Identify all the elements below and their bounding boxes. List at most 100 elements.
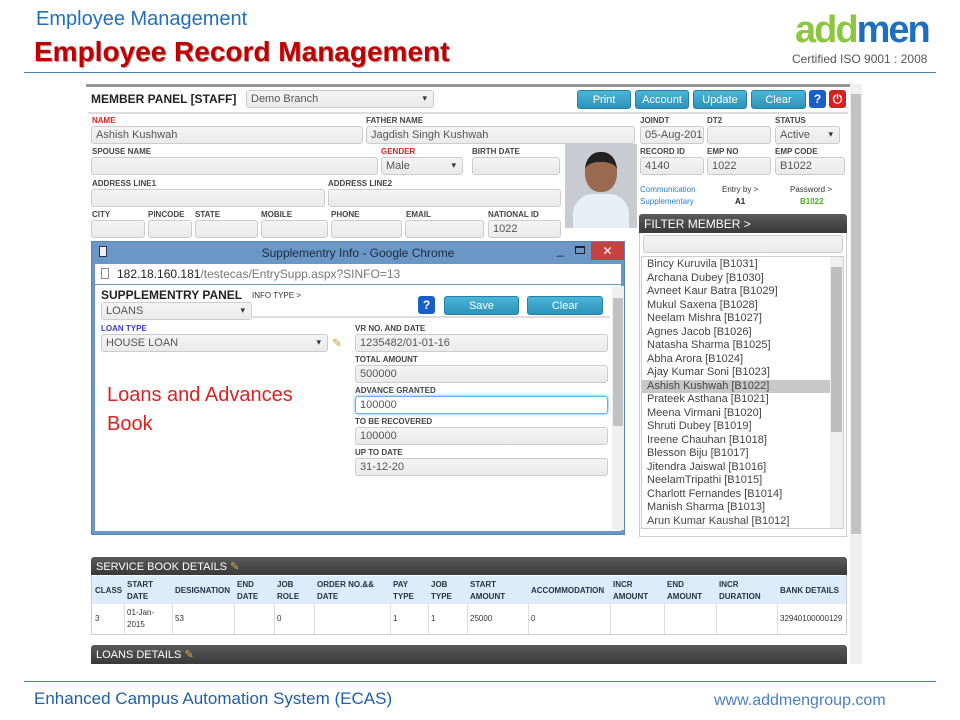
- branch-select[interactable]: Demo Branch: [246, 90, 434, 108]
- member-list-item[interactable]: Jitendra Jaiswal [B1016]: [642, 461, 843, 475]
- father-name-input[interactable]: Jagdish Singh Kushwah: [366, 126, 635, 144]
- member-list-item[interactable]: Shruti Dubey [B1019]: [642, 420, 843, 434]
- member-photo: [565, 144, 637, 228]
- member-list-item[interactable]: Prateek Asthana [B1021]: [642, 393, 843, 407]
- gender-select[interactable]: Male: [381, 157, 463, 175]
- advance-granted-input[interactable]: 100000: [355, 396, 608, 414]
- member-list-item[interactable]: Ashish Kushwah [B1022]: [642, 379, 830, 393]
- filter-search-input[interactable]: [643, 235, 843, 253]
- column-divider: [274, 604, 275, 634]
- help-icon[interactable]: ?: [809, 90, 826, 108]
- member-list-item[interactable]: Blesson Biju [B1017]: [642, 447, 843, 461]
- edit-pencil-icon[interactable]: ✎: [332, 336, 342, 350]
- member-list-item[interactable]: NeelamTripathi [B1015]: [642, 474, 843, 488]
- supplementary-link[interactable]: Supplementary: [640, 197, 694, 206]
- dt2-input[interactable]: [707, 126, 771, 144]
- url-host: 182.18.160.181: [117, 267, 201, 281]
- column-header: DURATION: [719, 592, 761, 601]
- account-button[interactable]: Account: [635, 90, 689, 109]
- member-list-item[interactable]: Charlott Fernandes [B1014]: [642, 488, 843, 502]
- member-list-scrollbar[interactable]: [830, 257, 843, 528]
- name-input[interactable]: Ashish Kushwah: [91, 126, 363, 144]
- footer-right[interactable]: www.addmengroup.com: [714, 692, 886, 710]
- status-select[interactable]: Active: [775, 126, 840, 144]
- email-label: EMAIL: [406, 210, 431, 219]
- save-button[interactable]: Save: [444, 296, 519, 315]
- record-id-input[interactable]: 4140: [640, 157, 704, 175]
- service-book-header: SERVICE BOOK DETAILS ✎: [91, 557, 847, 575]
- clear-button[interactable]: Clear: [751, 90, 806, 109]
- national-id-input[interactable]: 1022: [488, 220, 561, 238]
- mobile-label: MOBILE: [261, 210, 293, 219]
- pincode-label: PINCODE: [148, 210, 185, 219]
- member-list-item[interactable]: Avneet Kaur Batra [B1029]: [642, 285, 843, 299]
- member-list-item[interactable]: Agnes Jacob [B1026]: [642, 326, 843, 340]
- member-list-item[interactable]: Archana Dubey [B1030]: [642, 272, 843, 286]
- member-list-item[interactable]: Ireene Chauhan [B1018]: [642, 434, 843, 448]
- update-button[interactable]: Update: [693, 90, 747, 109]
- company-logo: addmen: [795, 9, 931, 51]
- emp-code-input[interactable]: B1022: [775, 157, 845, 175]
- column-divider: [390, 604, 391, 634]
- page-scrollbar[interactable]: [850, 84, 862, 664]
- address1-input[interactable]: [91, 189, 325, 207]
- pincode-input[interactable]: [148, 220, 192, 238]
- phone-input[interactable]: [331, 220, 402, 238]
- communication-link[interactable]: Communication: [640, 185, 696, 194]
- vr-input[interactable]: 1235482/01-01-16: [355, 334, 608, 352]
- table-cell: 3: [95, 614, 100, 623]
- header-divider: [24, 72, 936, 73]
- joindt-input[interactable]: 05-Aug-2015: [640, 126, 704, 144]
- address2-input[interactable]: [328, 189, 561, 207]
- member-list[interactable]: Bincy Kuruvila [B1031] Archana Dubey [B10…: [641, 256, 844, 529]
- to-be-recovered-input[interactable]: 100000: [355, 427, 608, 445]
- member-list-item[interactable]: Arun Kumar Kaushal [B1012]: [642, 515, 843, 529]
- member-list-item[interactable]: Neelam Mishra [B1027]: [642, 312, 843, 326]
- emp-code-label: EMP CODE: [775, 147, 818, 156]
- address-bar[interactable]: 182.18.160.181/testecas/EntrySupp.aspx?S…: [95, 264, 621, 284]
- popup-clear-button[interactable]: Clear: [527, 296, 603, 315]
- column-header: INCR: [719, 580, 739, 589]
- state-input[interactable]: [195, 220, 258, 238]
- member-list-item[interactable]: Meena Virmani [B1020]: [642, 407, 843, 421]
- emp-no-input[interactable]: 1022: [707, 157, 771, 175]
- close-button[interactable]: ✕: [591, 242, 624, 260]
- column-divider: [528, 604, 529, 634]
- member-list-item[interactable]: Abha Arora [B1024]: [642, 353, 843, 367]
- member-list-item[interactable]: Natasha Sharma [B1025]: [642, 339, 843, 353]
- city-label: CITY: [92, 210, 111, 219]
- info-type-select[interactable]: LOANS: [101, 302, 252, 320]
- maximize-button[interactable]: [575, 246, 585, 254]
- edit-pencil-icon[interactable]: ✎: [184, 649, 193, 661]
- status-label: STATUS: [775, 116, 806, 125]
- member-list-item[interactable]: Ajay Kumar Soni [B1023]: [642, 366, 843, 380]
- table-cell: 1: [431, 614, 436, 623]
- minimize-button[interactable]: _: [557, 243, 564, 257]
- popup-help-icon[interactable]: ?: [418, 296, 435, 314]
- member-list-item[interactable]: Manish Sharma [B1013]: [642, 501, 843, 515]
- spouse-name-input[interactable]: [91, 157, 378, 175]
- birth-date-input[interactable]: [472, 157, 560, 175]
- power-icon[interactable]: ⏻: [829, 90, 846, 108]
- member-list-item[interactable]: Bincy Kuruvila [B1031]: [642, 258, 843, 272]
- column-divider: [610, 604, 611, 634]
- print-button[interactable]: Print: [577, 90, 631, 109]
- annotation-line2: Book: [107, 413, 153, 435]
- url-path: /testecas/EntrySupp.aspx?SINFO=13: [200, 267, 401, 281]
- loans-details-title: LOANS DETAILS: [96, 649, 182, 661]
- column-divider: [172, 604, 173, 634]
- advance-granted-label: ADVANCE GRANTED: [355, 386, 436, 395]
- mobile-input[interactable]: [261, 220, 328, 238]
- member-list-item[interactable]: Mukul Saxena [B1028]: [642, 299, 843, 313]
- up-to-date-input[interactable]: 31-12-20: [355, 458, 608, 476]
- column-header: TYPE: [431, 592, 452, 601]
- column-header: END: [667, 580, 684, 589]
- loan-type-select[interactable]: HOUSE LOAN: [101, 334, 328, 352]
- supp-panel-title: SUPPLEMENTRY PANEL: [101, 288, 243, 302]
- email-input[interactable]: [405, 220, 484, 238]
- edit-pencil-icon[interactable]: ✎: [230, 561, 239, 573]
- city-input[interactable]: [91, 220, 145, 238]
- column-header: TYPE: [393, 592, 414, 601]
- total-amount-input[interactable]: 500000: [355, 365, 608, 383]
- popup-scrollbar[interactable]: [612, 286, 624, 530]
